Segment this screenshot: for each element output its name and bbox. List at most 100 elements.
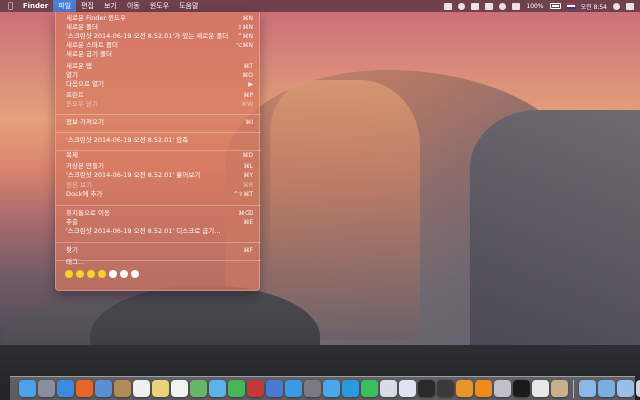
maps-icon[interactable] — [190, 380, 207, 397]
mail-icon[interactable] — [95, 380, 112, 397]
time-machine-icon[interactable] — [458, 2, 466, 10]
menu-item-open-with[interactable]: 다음으로 열기 ▶ — [56, 80, 261, 89]
spotlight-icon[interactable] — [613, 2, 620, 10]
clock[interactable]: 오전 8:54 — [581, 2, 607, 11]
battery-percent[interactable]: 100% — [526, 3, 543, 10]
shortcut-label: ⌘O — [242, 72, 253, 79]
menu-item-add-to-dock[interactable]: Dock에 추가 ^⇧⌘T — [56, 190, 261, 199]
system-preferences-icon[interactable] — [304, 380, 321, 397]
scrivener-icon[interactable] — [494, 380, 511, 397]
menu-item-label: 찾기 — [66, 246, 78, 254]
menu-item-find[interactable]: 찾기 ⌘F — [56, 246, 261, 255]
menu-item-close-window[interactable]: 윈도우 닫기 ⌘W — [56, 100, 261, 109]
battery-icon[interactable] — [549, 3, 561, 9]
documents-folder-icon[interactable] — [579, 380, 596, 397]
applications-folder-icon[interactable] — [617, 380, 634, 397]
menu-item-label: 새로운 스마트 폴더 — [66, 41, 118, 49]
menu-item-label: 프린트 — [66, 91, 84, 99]
menu-item-label: 태그... — [66, 258, 85, 266]
terminal-icon[interactable] — [513, 380, 530, 397]
menu-item-new-tab[interactable]: 새로운 탭 ⌘T — [56, 62, 261, 71]
textedit-icon[interactable] — [532, 380, 549, 397]
apple-menu-icon[interactable]:  — [0, 0, 18, 12]
tag-dot[interactable] — [76, 270, 84, 278]
menu-item-make-alias[interactable]: 가상본 만들기 ⌘L — [56, 162, 261, 171]
menu-item-label: 휴지통으로 이동 — [66, 209, 110, 217]
menu-separator — [56, 132, 261, 133]
menu-item-tags[interactable]: 태그... — [56, 258, 261, 267]
menu-item-new-finder-window[interactable]: 새로운 Finder 윈도우 ⌘N — [56, 14, 261, 23]
volume-icon[interactable] — [512, 2, 521, 10]
trash-icon[interactable] — [636, 380, 640, 397]
reminders-icon[interactable] — [171, 380, 188, 397]
menu-separator — [56, 205, 261, 206]
vlc-icon[interactable] — [475, 380, 492, 397]
shortcut-label: ⌥⌘N — [235, 42, 253, 49]
skype-icon[interactable] — [342, 380, 359, 397]
notification-center-icon[interactable] — [626, 2, 634, 10]
menu-item-quick-look[interactable]: '스크린샷 2014-06-19 오전 8.52.01' 훑어보기 ⌘Y — [56, 171, 261, 180]
contacts-icon[interactable] — [114, 380, 131, 397]
submenu-arrow-icon: ▶ — [248, 81, 253, 88]
calendar-icon[interactable] — [133, 380, 150, 397]
tag-dot[interactable] — [109, 270, 117, 278]
calendar-status-icon[interactable] — [471, 2, 480, 10]
menu-item-label: '스크린샷 2014-06-19 오전 8.52.01'가 있는 새로운 폴더 — [66, 32, 229, 40]
menu-item-show-original[interactable]: 원본 보기 ⌘R — [56, 181, 261, 190]
line-icon[interactable] — [361, 380, 378, 397]
menu-item-print[interactable]: 프린트 ⌘P — [56, 91, 261, 100]
input-source-flag-icon[interactable] — [566, 3, 575, 9]
menu-window[interactable]: 윈도우 — [145, 0, 174, 12]
menu-item-new-folder[interactable]: 새로운 폴더 ⇧⌘N — [56, 23, 261, 32]
menu-item-move-to-trash[interactable]: 휴지통으로 이동 ⌘⌫ — [56, 209, 261, 218]
mail-app-icon[interactable] — [399, 380, 416, 397]
shortcut-label: ⌘E — [243, 219, 253, 226]
bluetooth-icon[interactable] — [485, 2, 494, 10]
wifi-icon[interactable] — [499, 2, 507, 10]
terminal-app-icon[interactable] — [418, 380, 435, 397]
ibooks-icon[interactable] — [456, 380, 473, 397]
menu-item-eject[interactable]: 추출 ⌘E — [56, 218, 261, 227]
messages-icon[interactable] — [209, 380, 226, 397]
menu-item-duplicate[interactable]: 복제 ⌘D — [56, 151, 261, 160]
menu-item-open[interactable]: 열기 ⌘O — [56, 71, 261, 80]
firefox-icon[interactable] — [76, 380, 93, 397]
menu-item-get-info[interactable]: 정보 가져오기 ⌘I — [56, 118, 261, 127]
app-store-icon[interactable] — [285, 380, 302, 397]
menu-item-compress[interactable]: '스크린샷 2014-06-19 오전 8.52.01' 압축 — [56, 136, 261, 145]
menu-item-new-smart-folder[interactable]: 새로운 스마트 폴더 ⌥⌘N — [56, 41, 261, 50]
menu-item-new-burn-folder[interactable]: 새로운 굽기 폴더 — [56, 50, 261, 59]
menu-item-label: 원본 보기 — [66, 181, 92, 189]
shortcut-label: ⌘⌫ — [238, 210, 253, 217]
menu-item-burn-to-disc[interactable]: '스크린샷 2014-06-19 오전 8.52.01' 디스크로 굽기... — [56, 227, 261, 236]
facetime-icon[interactable] — [228, 380, 245, 397]
app-menu-finder[interactable]: Finder — [18, 0, 53, 12]
downloads-folder-icon[interactable] — [598, 380, 615, 397]
menu-go[interactable]: 이동 — [122, 0, 145, 12]
tag-dot[interactable] — [65, 270, 73, 278]
dvd-player-icon[interactable] — [437, 380, 454, 397]
finder-icon[interactable] — [19, 380, 36, 397]
itunes-icon[interactable] — [266, 380, 283, 397]
tag-dot[interactable] — [120, 270, 128, 278]
menu-item-new-folder-with-selection[interactable]: '스크린샷 2014-06-19 오전 8.52.01'가 있는 새로운 폴더 ^… — [56, 32, 261, 41]
safari-icon[interactable] — [57, 380, 74, 397]
status-app-icon[interactable] — [444, 2, 453, 10]
tag-dot[interactable] — [131, 270, 139, 278]
menu-help[interactable]: 도움말 — [174, 0, 203, 12]
shortcut-label: ^⇧⌘T — [233, 191, 253, 198]
menu-item-label: '스크린샷 2014-06-19 오전 8.52.01' 훑어보기 — [66, 171, 201, 179]
twitter-icon[interactable] — [323, 380, 340, 397]
photos-icon[interactable] — [551, 380, 568, 397]
launchpad-icon[interactable] — [38, 380, 55, 397]
tag-dot[interactable] — [98, 270, 106, 278]
shortcut-label: ⌘L — [243, 163, 253, 170]
menu-item-label: 복제 — [66, 151, 78, 159]
notes-icon[interactable] — [152, 380, 169, 397]
tag-dot[interactable] — [87, 270, 95, 278]
photo-booth-icon[interactable] — [247, 380, 264, 397]
preview-icon[interactable] — [380, 380, 397, 397]
menu-edit[interactable]: 편집 — [76, 0, 99, 12]
menu-view[interactable]: 보기 — [99, 0, 122, 12]
menu-file[interactable]: 파일 — [53, 0, 77, 12]
